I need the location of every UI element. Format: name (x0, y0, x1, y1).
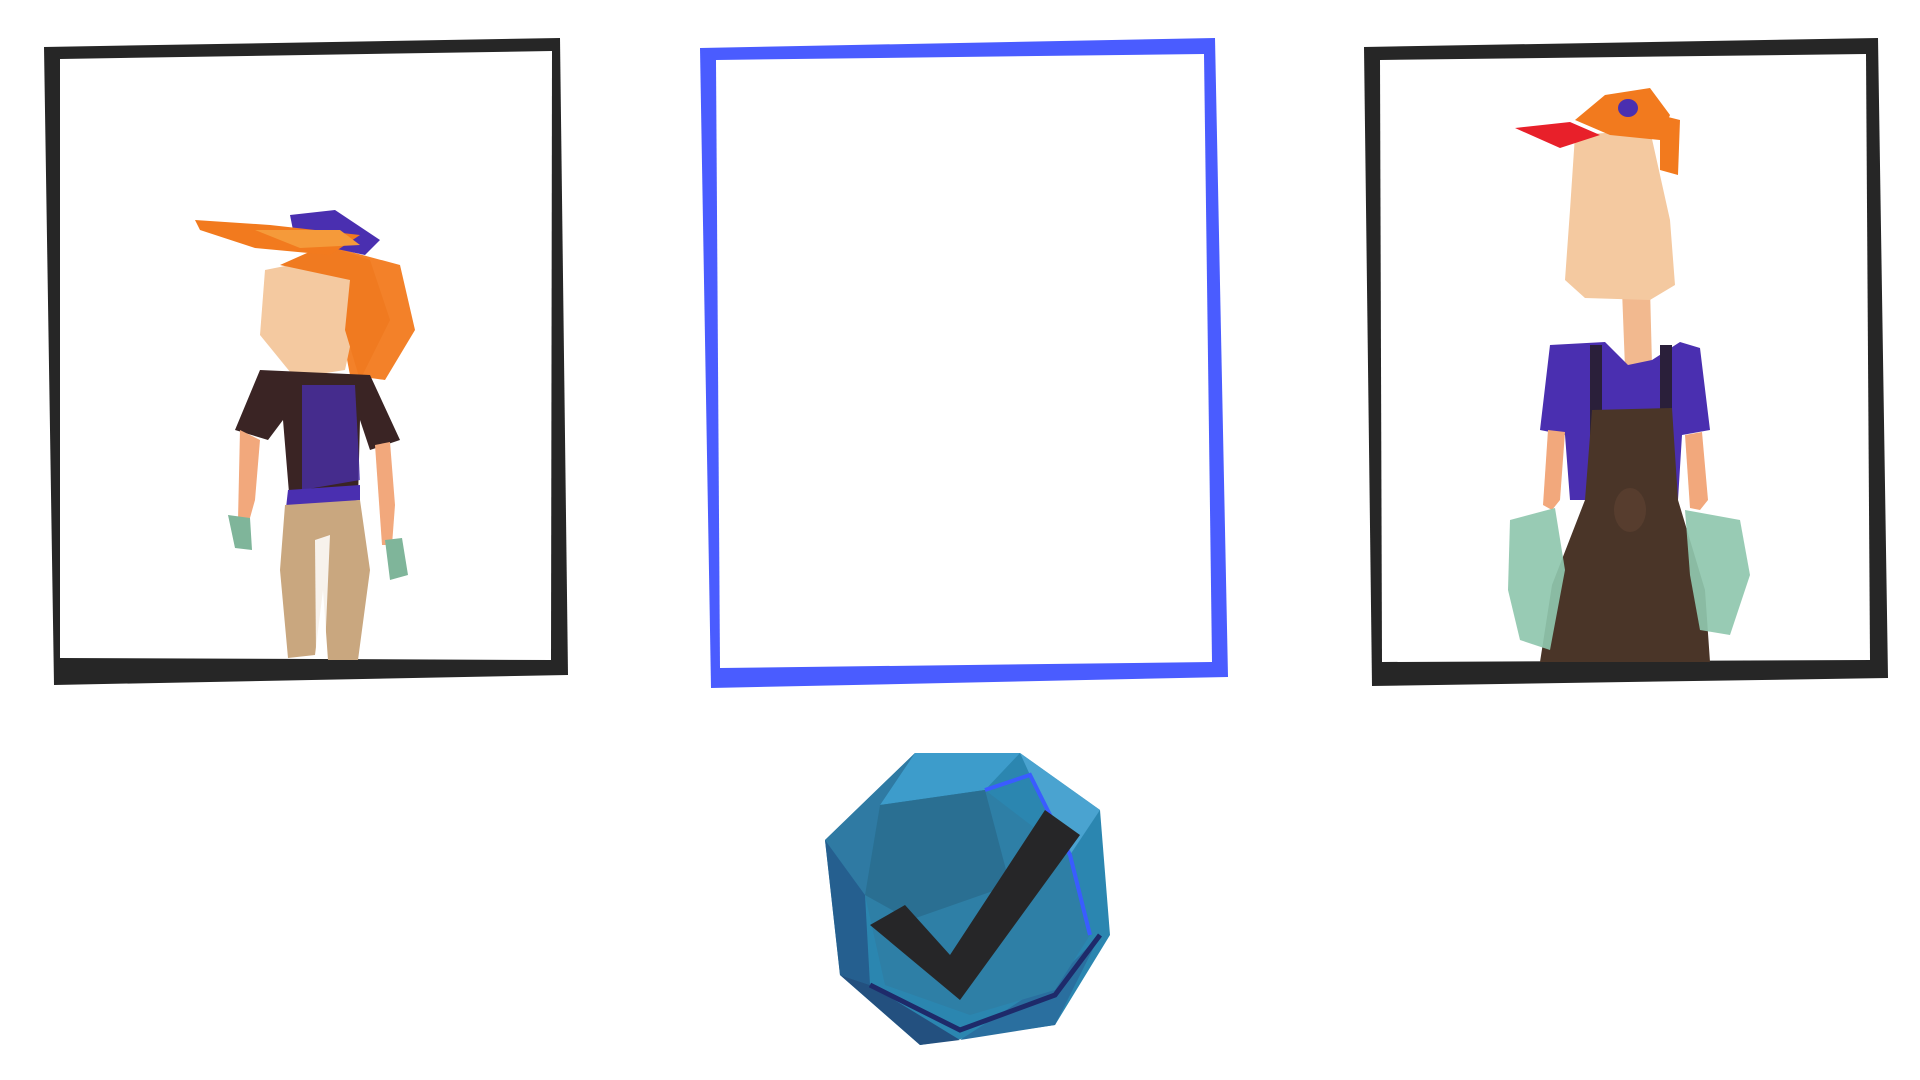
confirm-button[interactable] (810, 745, 1130, 1065)
character-slot-middle[interactable] (700, 30, 1240, 695)
character-slot-right-art (1364, 38, 1888, 686)
slot-interior (716, 54, 1212, 668)
character-slot-left-art (44, 38, 568, 685)
checkmark-icon (825, 753, 1110, 1045)
character-slot-right[interactable] (1360, 30, 1900, 695)
character-slot-middle-art (700, 38, 1228, 688)
character-select-screen (0, 0, 1920, 1080)
character-slot-left[interactable] (40, 30, 580, 695)
